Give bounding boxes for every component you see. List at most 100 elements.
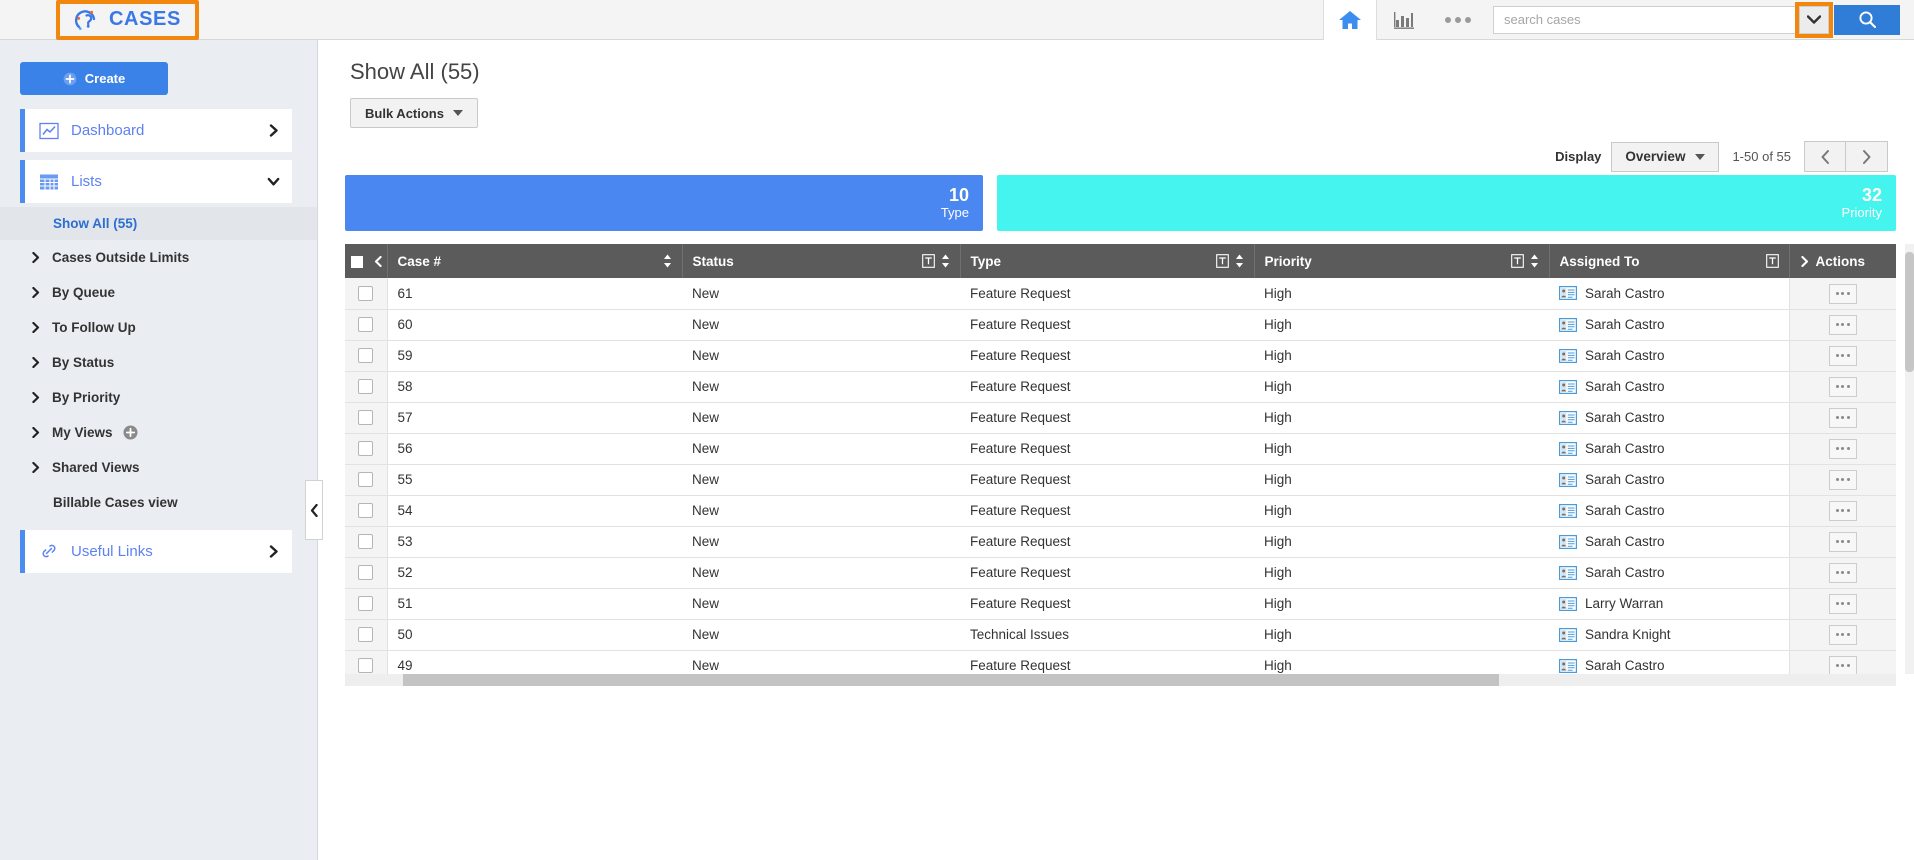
tile-type[interactable]: 10 Type [345, 175, 983, 231]
cell-assigned-to[interactable]: Sarah Castro [1549, 433, 1789, 465]
sidebar-item-dashboard[interactable]: Dashboard [20, 109, 292, 152]
cell-assigned-to[interactable]: Sarah Castro [1549, 340, 1789, 372]
cell-actions[interactable] [1788, 526, 1896, 558]
header-case[interactable]: Case # [387, 244, 683, 278]
header-type[interactable]: Type [960, 244, 1255, 278]
table-row[interactable]: 60 New Feature Request High Sarah Castro [345, 309, 1896, 341]
sort-icon[interactable] [1235, 254, 1244, 268]
header-priority[interactable]: Priority [1254, 244, 1550, 278]
table-row[interactable]: 54 New Feature Request High Sarah Castro [345, 495, 1896, 527]
scroll-columns-right-icon[interactable] [1800, 255, 1809, 267]
sidebar-item-by-status[interactable]: By Status [0, 345, 317, 380]
row-checkbox[interactable] [358, 317, 374, 333]
cell-actions[interactable] [1788, 557, 1896, 589]
sidebar-item-useful-links[interactable]: Useful Links [20, 530, 292, 573]
cell-assigned-to[interactable]: Sarah Castro [1549, 526, 1789, 558]
row-checkbox[interactable] [358, 441, 374, 457]
table-row[interactable]: 61 New Feature Request High Sarah Castro [345, 278, 1896, 310]
sidebar-item-shared-views[interactable]: Shared Views [0, 450, 317, 485]
row-actions-button[interactable] [1828, 562, 1857, 583]
display-select[interactable]: Overview [1611, 141, 1720, 172]
cell-actions[interactable] [1788, 619, 1896, 651]
header-assigned-to[interactable]: Assigned To [1549, 244, 1790, 278]
bulk-actions-button[interactable]: Bulk Actions [350, 98, 478, 128]
filter-icon[interactable] [1510, 254, 1524, 268]
row-actions-button[interactable] [1828, 624, 1857, 645]
filter-icon[interactable] [921, 254, 935, 268]
search-dropdown-button[interactable] [1799, 5, 1829, 34]
cell-case[interactable]: 52 [387, 557, 682, 589]
row-checkbox[interactable] [358, 410, 374, 426]
row-checkbox[interactable] [358, 472, 374, 488]
row-checkbox[interactable] [358, 286, 374, 302]
cell-actions[interactable] [1788, 278, 1896, 310]
table-row[interactable]: 52 New Feature Request High Sarah Castro [345, 557, 1896, 589]
cell-case[interactable]: 57 [387, 402, 682, 434]
add-view-icon[interactable] [123, 425, 138, 440]
sort-icon[interactable] [1530, 254, 1539, 268]
cell-case[interactable]: 55 [387, 464, 682, 496]
cell-actions[interactable] [1788, 495, 1896, 527]
home-icon[interactable] [1323, 0, 1377, 40]
row-select-cell[interactable] [345, 557, 388, 589]
row-actions-button[interactable] [1828, 531, 1857, 552]
scroll-columns-left-icon[interactable] [374, 256, 383, 268]
create-button[interactable]: Create [20, 62, 168, 95]
sidebar-item-cases-outside-limits[interactable]: Cases Outside Limits [0, 240, 317, 275]
cell-case[interactable]: 58 [387, 371, 682, 403]
row-select-cell[interactable] [345, 433, 388, 465]
cell-assigned-to[interactable]: Larry Warran [1549, 588, 1789, 620]
cell-case[interactable]: 60 [387, 309, 682, 341]
sidebar-item-my-views[interactable]: My Views [0, 415, 317, 450]
row-actions-button[interactable] [1828, 593, 1857, 614]
select-all-checkbox[interactable] [351, 255, 363, 268]
row-actions-button[interactable] [1828, 345, 1857, 366]
header-select-all[interactable] [345, 244, 388, 278]
filter-icon[interactable] [1765, 254, 1779, 268]
cell-actions[interactable] [1788, 340, 1896, 372]
cell-case[interactable]: 56 [387, 433, 682, 465]
cell-actions[interactable] [1788, 371, 1896, 403]
table-row[interactable]: 59 New Feature Request High Sarah Castro [345, 340, 1896, 372]
cell-assigned-to[interactable]: Sarah Castro [1549, 278, 1789, 310]
cell-actions[interactable] [1788, 464, 1896, 496]
row-select-cell[interactable] [345, 495, 388, 527]
row-select-cell[interactable] [345, 526, 388, 558]
search-button[interactable] [1834, 4, 1900, 35]
row-actions-button[interactable] [1828, 283, 1857, 304]
reports-icon[interactable] [1377, 0, 1431, 40]
prev-page-button[interactable] [1804, 141, 1846, 172]
table-row[interactable]: 55 New Feature Request High Sarah Castro [345, 464, 1896, 496]
row-actions-button[interactable] [1828, 407, 1857, 428]
row-checkbox[interactable] [358, 565, 374, 581]
table-row[interactable]: 58 New Feature Request High Sarah Castro [345, 371, 1896, 403]
row-checkbox[interactable] [358, 503, 374, 519]
tile-priority[interactable]: 32 Priority [997, 175, 1896, 231]
row-checkbox[interactable] [358, 596, 374, 612]
scrollbar-thumb[interactable] [1905, 252, 1914, 372]
sidebar-item-by-queue[interactable]: By Queue [0, 275, 317, 310]
table-row[interactable]: 50 New Technical Issues High Sandra Knight [345, 619, 1896, 651]
more-menu-icon[interactable] [1431, 0, 1485, 40]
cell-case[interactable]: 53 [387, 526, 682, 558]
next-page-button[interactable] [1846, 141, 1888, 172]
cell-assigned-to[interactable]: Sarah Castro [1549, 309, 1789, 341]
header-status[interactable]: Status [682, 244, 961, 278]
cell-case[interactable]: 54 [387, 495, 682, 527]
sidebar-item-to-follow-up[interactable]: To Follow Up [0, 310, 317, 345]
row-select-cell[interactable] [345, 588, 388, 620]
cell-assigned-to[interactable]: Sarah Castro [1549, 464, 1789, 496]
row-select-cell[interactable] [345, 278, 388, 310]
table-row[interactable]: 56 New Feature Request High Sarah Castro [345, 433, 1896, 465]
filter-icon[interactable] [1215, 254, 1229, 268]
row-select-cell[interactable] [345, 309, 388, 341]
sidebar-collapse-handle[interactable] [305, 480, 323, 540]
app-logo[interactable]: CASES [56, 0, 199, 40]
row-select-cell[interactable] [345, 619, 388, 651]
search-input[interactable] [1493, 5, 1795, 34]
row-checkbox[interactable] [358, 379, 374, 395]
cell-case[interactable]: 61 [387, 278, 682, 310]
cell-actions[interactable] [1788, 309, 1896, 341]
row-select-cell[interactable] [345, 340, 388, 372]
table-row[interactable]: 51 New Feature Request High Larry Warran [345, 588, 1896, 620]
